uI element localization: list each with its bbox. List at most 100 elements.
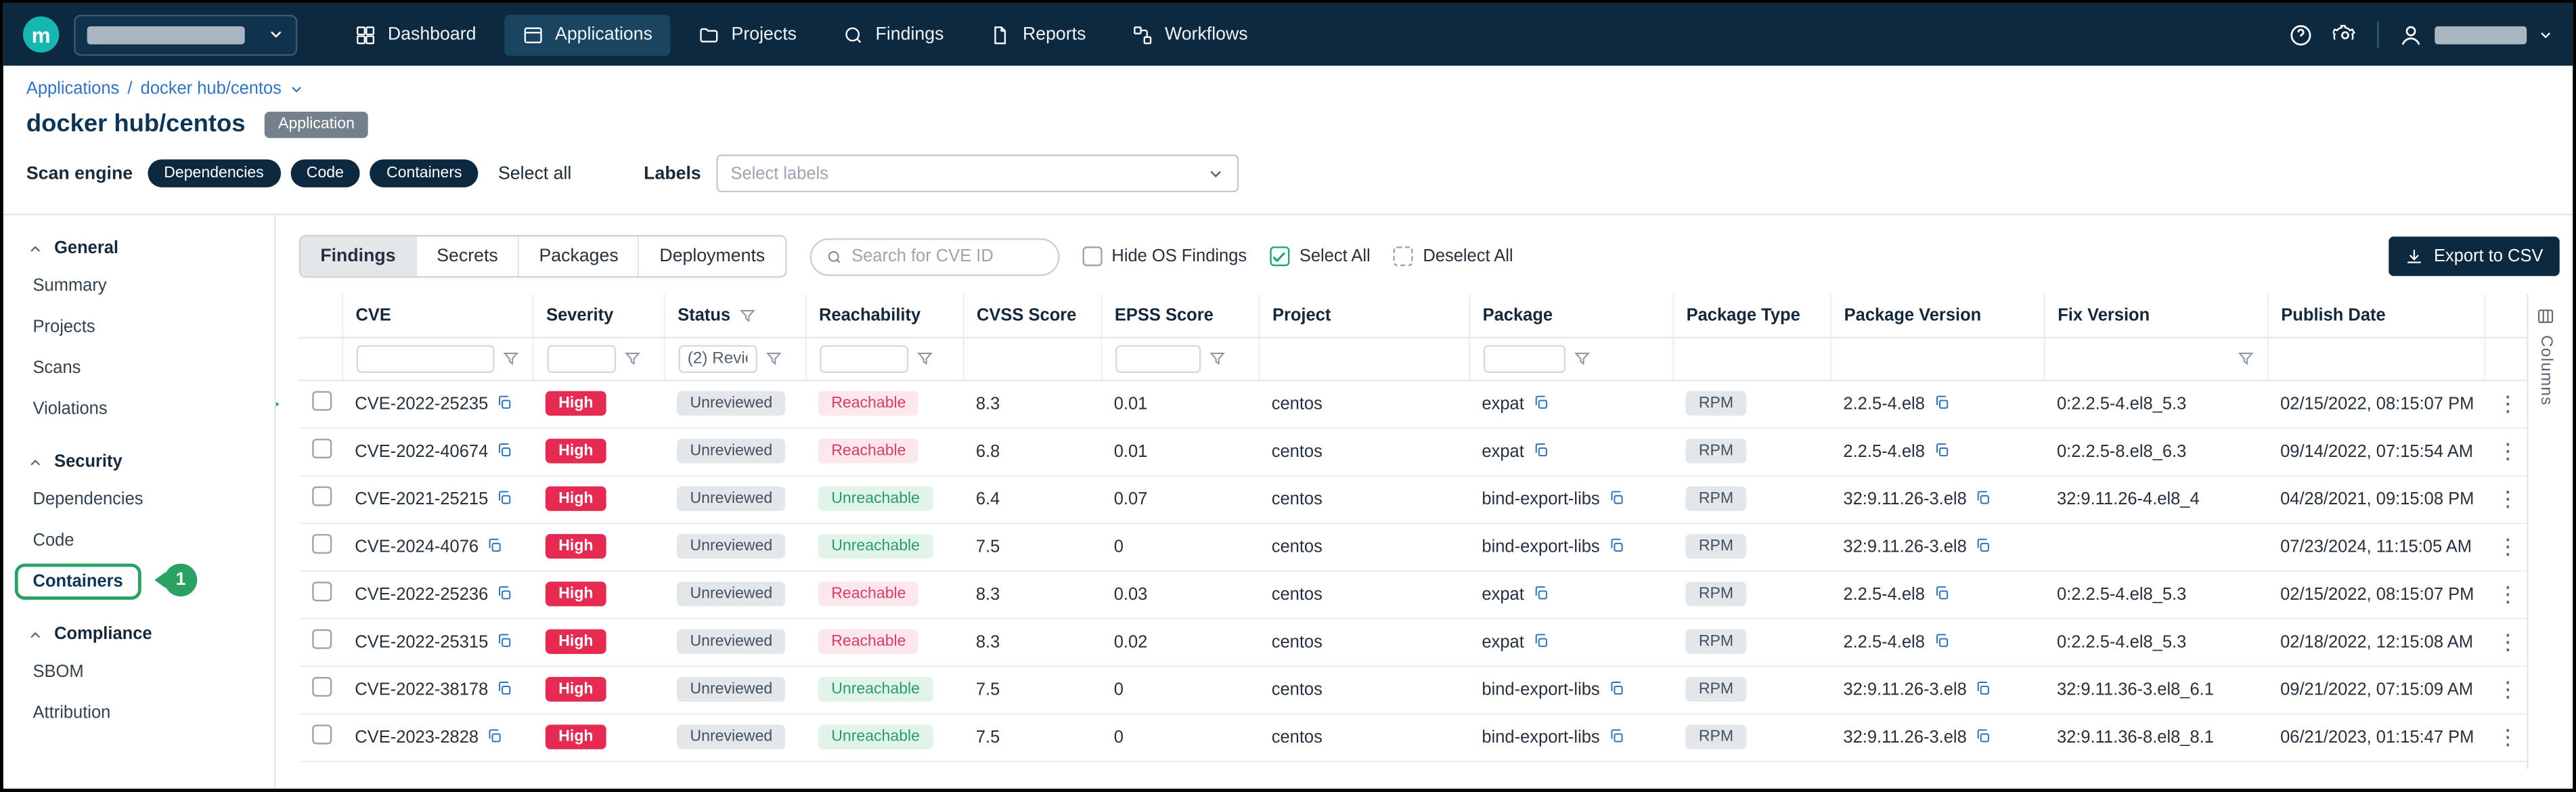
export-to-csv-button[interactable]: Export to CSV [2389, 237, 2559, 276]
copy-icon[interactable] [1608, 537, 1624, 553]
row-menu-icon[interactable]: ⋮ [2497, 581, 2518, 605]
breadcrumb-applications[interactable]: Applications [26, 79, 119, 99]
sidebar-item-attribution[interactable]: Attribution [3, 692, 275, 733]
nav-applications[interactable]: Applications [504, 14, 671, 56]
filter-funnel-icon[interactable] [623, 350, 640, 366]
row-menu-icon[interactable]: ⋮ [2497, 676, 2518, 701]
sidebar-item-violations[interactable]: Violations [3, 388, 275, 429]
filter-funnel-icon[interactable] [502, 350, 518, 366]
copy-icon[interactable] [1975, 727, 1991, 743]
cve-filter-input[interactable] [356, 345, 494, 372]
row-checkbox[interactable] [312, 439, 332, 458]
copy-icon[interactable] [1933, 441, 1949, 458]
tab-packages[interactable]: Packages [519, 237, 640, 276]
sidebar-item-code[interactable]: Code [3, 519, 275, 560]
sidebar-item-summary[interactable]: Summary [3, 265, 275, 306]
table-row[interactable]: CVE-2022-25236HighUnreviewedReachable8.3… [299, 570, 2527, 617]
col-header-status[interactable]: Status [664, 294, 805, 336]
engine-pill-containers[interactable]: Containers [370, 159, 479, 187]
row-checkbox[interactable] [312, 534, 332, 554]
user-menu[interactable] [2399, 22, 2553, 47]
gear-icon[interactable] [2333, 22, 2357, 47]
copy-icon[interactable] [1532, 632, 1549, 648]
row-checkbox[interactable] [312, 581, 332, 601]
engine-pill-dependencies[interactable]: Dependencies [148, 159, 280, 187]
engine-pill-code[interactable]: Code [290, 159, 361, 187]
filter-funnel-icon[interactable] [1208, 350, 1224, 366]
filter-funnel-icon[interactable] [738, 307, 755, 323]
tab-secrets[interactable]: Secrets [417, 237, 519, 276]
nav-dashboard[interactable]: Dashboard [337, 14, 495, 56]
reachability-filter-input[interactable] [819, 345, 908, 372]
col-header-cvss[interactable]: CVSS Score [962, 294, 1101, 336]
col-header-publish-date[interactable]: Publish Date [2267, 294, 2484, 336]
copy-icon[interactable] [1532, 441, 1549, 458]
copy-icon[interactable] [1933, 632, 1949, 648]
labels-select-dropdown[interactable]: Select labels [716, 154, 1239, 192]
chevron-down-icon[interactable] [290, 81, 305, 96]
col-header-fix-version[interactable]: Fix Version [2044, 294, 2267, 336]
col-header-reachability[interactable]: Reachability [805, 294, 962, 336]
nav-workflows[interactable]: Workflows [1114, 14, 1266, 56]
table-row[interactable]: CVE-2021-25215HighUnreviewedUnreachable6… [299, 475, 2527, 522]
scan-select-all[interactable]: Select all [498, 164, 571, 183]
row-menu-icon[interactable]: ⋮ [2497, 438, 2518, 462]
breadcrumb-current[interactable]: docker hub/centos [141, 79, 282, 99]
tab-deployments[interactable]: Deployments [640, 237, 784, 276]
tab-findings[interactable]: Findings [301, 237, 417, 276]
sidebar-item-sbom[interactable]: SBOM [3, 651, 275, 692]
copy-icon[interactable] [496, 680, 512, 696]
org-selector-dropdown[interactable] [74, 14, 297, 56]
copy-icon[interactable] [496, 441, 512, 458]
row-checkbox[interactable] [312, 391, 332, 411]
copy-icon[interactable] [1975, 537, 1991, 553]
copy-icon[interactable] [1532, 584, 1549, 600]
sidebar-item-scans[interactable]: Scans [3, 347, 275, 388]
select-all-checkbox[interactable]: Select All [1270, 246, 1371, 266]
cve-search-input[interactable] [851, 246, 1042, 266]
table-row[interactable]: CVE-2023-2828HighUnreviewedUnreachable7.… [299, 713, 2527, 760]
col-header-package[interactable]: Package [1469, 294, 1672, 336]
sidebar-section-general[interactable]: General [3, 232, 275, 265]
nav-projects[interactable]: Projects [680, 14, 814, 56]
table-row[interactable]: CVE-2024-4076HighUnreviewedUnreachable7.… [299, 523, 2527, 570]
copy-icon[interactable] [1975, 680, 1991, 696]
nav-reports[interactable]: Reports [972, 14, 1104, 56]
copy-icon[interactable] [496, 393, 512, 410]
copy-icon[interactable] [487, 727, 503, 743]
sidebar-item-projects[interactable]: Projects [3, 305, 275, 347]
table-row[interactable]: CVE-2022-38178HighUnreviewedUnreachable7… [299, 665, 2527, 713]
row-menu-icon[interactable]: ⋮ [2497, 724, 2518, 748]
table-row[interactable]: CVE-2022-40674HighUnreviewedReachable6.8… [299, 427, 2527, 475]
row-checkbox[interactable] [312, 724, 332, 744]
nav-findings[interactable]: Findings [824, 14, 962, 56]
sidebar-section-security[interactable]: Security [3, 445, 275, 479]
row-menu-icon[interactable]: ⋮ [2497, 390, 2518, 414]
col-header-epss[interactable]: EPSS Score [1101, 294, 1258, 336]
help-icon[interactable] [2288, 22, 2313, 47]
table-row[interactable]: CVE-2022-25315HighUnreviewedReachable8.3… [299, 618, 2527, 665]
copy-icon[interactable] [1933, 584, 1949, 600]
col-header-severity[interactable]: Severity [532, 294, 663, 336]
filter-funnel-icon[interactable] [1573, 350, 1589, 366]
col-header-project[interactable]: Project [1258, 294, 1469, 336]
status-filter-input[interactable] [678, 345, 757, 372]
copy-icon[interactable] [1975, 489, 1991, 505]
sidebar-item-dependencies[interactable]: Dependencies [3, 478, 275, 519]
row-menu-icon[interactable]: ⋮ [2497, 628, 2518, 653]
copy-icon[interactable] [1608, 489, 1624, 505]
row-menu-icon[interactable]: ⋮ [2497, 485, 2518, 510]
sidebar-item-containers[interactable]: Containers [3, 560, 275, 602]
copy-icon[interactable] [1532, 393, 1549, 410]
epss-filter-input[interactable] [1115, 345, 1200, 372]
columns-panel-toggle[interactable]: Columns [2527, 294, 2562, 768]
filter-funnel-icon[interactable] [765, 350, 781, 366]
copy-icon[interactable] [1608, 680, 1624, 696]
copy-icon[interactable] [1933, 393, 1949, 410]
package-filter-input[interactable] [1483, 345, 1565, 372]
copy-icon[interactable] [496, 632, 512, 648]
copy-icon[interactable] [496, 489, 512, 505]
col-header-cve[interactable]: CVE [342, 294, 533, 336]
copy-icon[interactable] [487, 537, 503, 553]
copy-icon[interactable] [1608, 727, 1624, 743]
